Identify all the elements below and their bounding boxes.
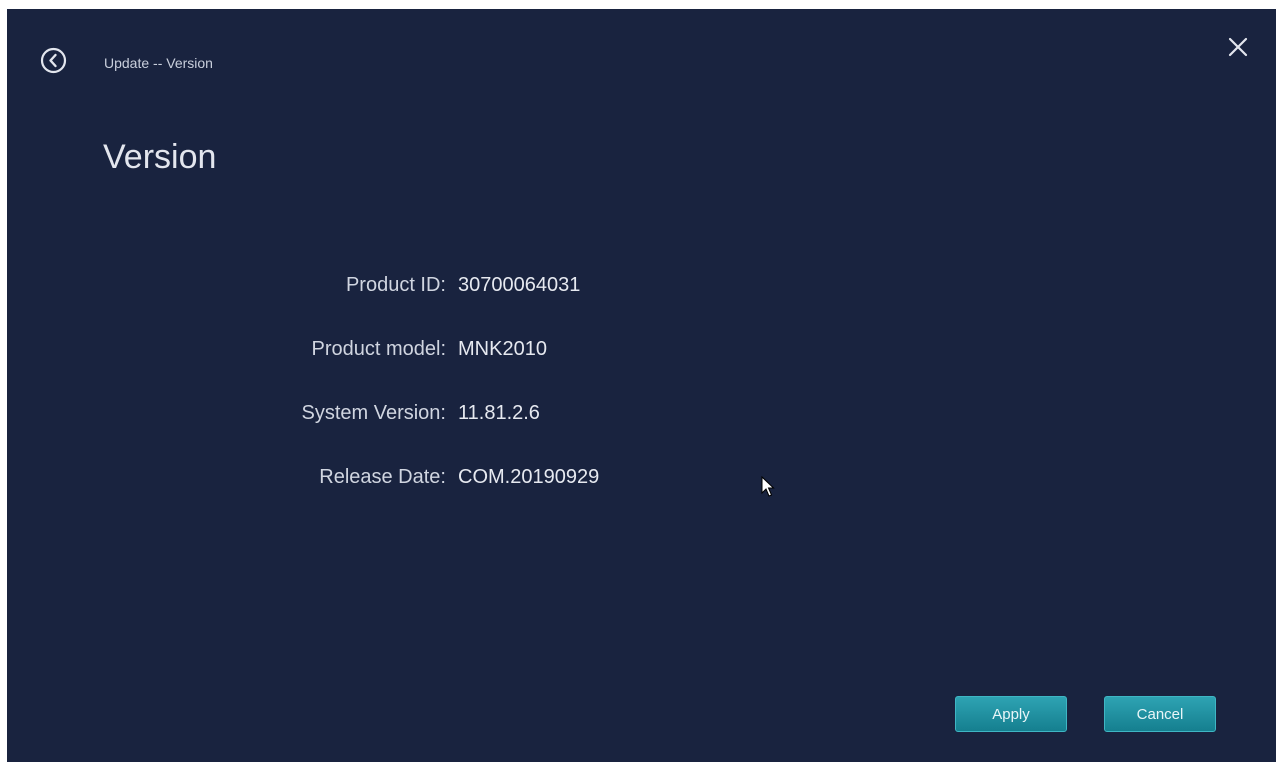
version-info-list: Product ID: 30700064031 Product model: M… bbox=[167, 253, 599, 509]
product-model-label: Product model: bbox=[311, 337, 446, 360]
release-date-label: Release Date: bbox=[319, 465, 446, 488]
info-row-product-id: Product ID: 30700064031 bbox=[167, 253, 599, 317]
settings-screen: Update -- Version Version Product ID: 30… bbox=[7, 9, 1276, 762]
product-id-value: 30700064031 bbox=[458, 273, 581, 296]
close-icon bbox=[1228, 37, 1248, 57]
back-button[interactable] bbox=[40, 47, 67, 74]
apply-button[interactable]: Apply bbox=[955, 696, 1067, 732]
info-row-release-date: Release Date: COM.20190929 bbox=[167, 445, 599, 509]
product-id-label: Product ID: bbox=[345, 273, 446, 296]
system-version-value: 11.81.2.6 bbox=[458, 401, 540, 424]
system-version-label: System Version: bbox=[301, 401, 446, 424]
breadcrumb: Update -- Version bbox=[104, 55, 213, 71]
release-date-value: COM.20190929 bbox=[458, 465, 600, 488]
back-arrow-circle-icon bbox=[40, 47, 67, 74]
cancel-button[interactable]: Cancel bbox=[1104, 696, 1216, 732]
product-model-value: MNK2010 bbox=[458, 337, 547, 360]
page-title: Version bbox=[103, 138, 217, 176]
close-button[interactable] bbox=[1226, 35, 1250, 59]
info-row-product-model: Product model: MNK2010 bbox=[167, 317, 599, 381]
info-row-system-version: System Version: 11.81.2.6 bbox=[167, 381, 599, 445]
mouse-pointer-icon bbox=[761, 475, 775, 500]
